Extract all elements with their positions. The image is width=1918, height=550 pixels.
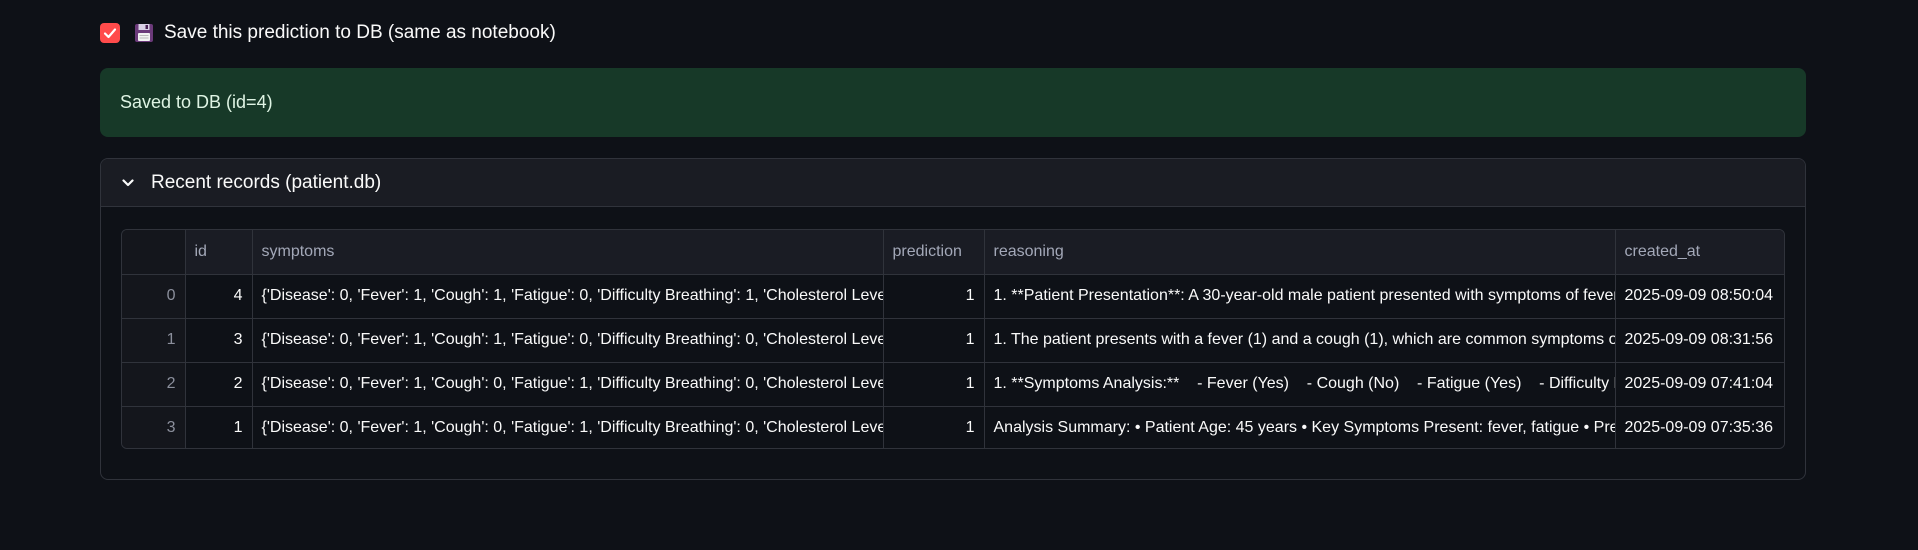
cell-created-at[interactable]: 2025-09-09 08:50:04 bbox=[1615, 274, 1784, 319]
cell-reasoning[interactable]: Analysis Summary: • Patient Age: 45 year… bbox=[984, 406, 1616, 448]
expander-header[interactable]: Recent records (patient.db) bbox=[101, 159, 1805, 207]
column-header-symptoms[interactable]: symptoms bbox=[252, 230, 884, 275]
table-row[interactable]: 3 1 {'Disease': 0, 'Fever': 1, 'Cough': … bbox=[122, 406, 1784, 448]
cell-created-at[interactable]: 2025-09-09 07:35:36 bbox=[1615, 406, 1784, 448]
cell-prediction[interactable]: 1 bbox=[883, 318, 985, 363]
column-header-created-at[interactable]: created_at bbox=[1615, 230, 1784, 275]
cell-symptoms[interactable]: {'Disease': 0, 'Fever': 1, 'Cough': 1, '… bbox=[252, 318, 884, 363]
app-root: Save this prediction to DB (same as note… bbox=[0, 0, 1918, 550]
cell-prediction[interactable]: 1 bbox=[883, 362, 985, 407]
table-header-row: id symptoms prediction reasoning created… bbox=[122, 230, 1784, 275]
column-header-index[interactable] bbox=[122, 230, 186, 275]
cell-reasoning[interactable]: 1. The patient presents with a fever (1)… bbox=[984, 318, 1616, 363]
column-header-prediction[interactable]: prediction bbox=[883, 230, 985, 275]
save-checkbox-label[interactable]: Save this prediction to DB (same as note… bbox=[134, 22, 556, 44]
chevron-down-icon bbox=[122, 178, 134, 186]
cell-reasoning[interactable]: 1. **Symptoms Analysis:** - Fever (Yes) … bbox=[984, 362, 1616, 407]
table-row[interactable]: 1 3 {'Disease': 0, 'Fever': 1, 'Cough': … bbox=[122, 318, 1784, 363]
checkmark-icon bbox=[103, 28, 117, 39]
cell-id[interactable]: 2 bbox=[185, 362, 253, 407]
expander-title: Recent records (patient.db) bbox=[151, 171, 382, 193]
table-row[interactable]: 0 4 {'Disease': 0, 'Fever': 1, 'Cough': … bbox=[122, 274, 1784, 319]
cell-symptoms[interactable]: {'Disease': 0, 'Fever': 1, 'Cough': 1, '… bbox=[252, 274, 884, 319]
floppy-disk-icon bbox=[135, 24, 153, 42]
cell-symptoms[interactable]: {'Disease': 0, 'Fever': 1, 'Cough': 0, '… bbox=[252, 406, 884, 448]
cell-id[interactable]: 4 bbox=[185, 274, 253, 319]
cell-prediction[interactable]: 1 bbox=[883, 274, 985, 319]
cell-created-at[interactable]: 2025-09-09 08:31:56 bbox=[1615, 318, 1784, 363]
save-checkbox-text: Save this prediction to DB (same as note… bbox=[164, 22, 556, 43]
column-header-reasoning[interactable]: reasoning bbox=[984, 230, 1616, 275]
recent-records-expander: Recent records (patient.db) id symptoms bbox=[100, 158, 1806, 480]
row-index: 0 bbox=[122, 274, 186, 319]
cell-id[interactable]: 3 bbox=[185, 318, 253, 363]
cell-id[interactable]: 1 bbox=[185, 406, 253, 448]
cell-reasoning[interactable]: 1. **Patient Presentation**: A 30-year-o… bbox=[984, 274, 1616, 319]
column-header-id[interactable]: id bbox=[185, 230, 253, 275]
success-message: Saved to DB (id=4) bbox=[120, 92, 273, 112]
cell-created-at[interactable]: 2025-09-09 07:41:04 bbox=[1615, 362, 1784, 407]
row-index: 1 bbox=[122, 318, 186, 363]
row-index: 3 bbox=[122, 406, 186, 448]
save-checkbox[interactable] bbox=[100, 23, 120, 43]
row-index: 2 bbox=[122, 362, 186, 407]
success-alert: Saved to DB (id=4) bbox=[100, 68, 1806, 137]
table-row[interactable]: 2 2 {'Disease': 0, 'Fever': 1, 'Cough': … bbox=[122, 362, 1784, 407]
cell-symptoms[interactable]: {'Disease': 0, 'Fever': 1, 'Cough': 0, '… bbox=[252, 362, 884, 407]
save-checkbox-row[interactable]: Save this prediction to DB (same as note… bbox=[100, 20, 556, 46]
cell-prediction[interactable]: 1 bbox=[883, 406, 985, 448]
records-table[interactable]: id symptoms prediction reasoning created… bbox=[121, 229, 1785, 449]
